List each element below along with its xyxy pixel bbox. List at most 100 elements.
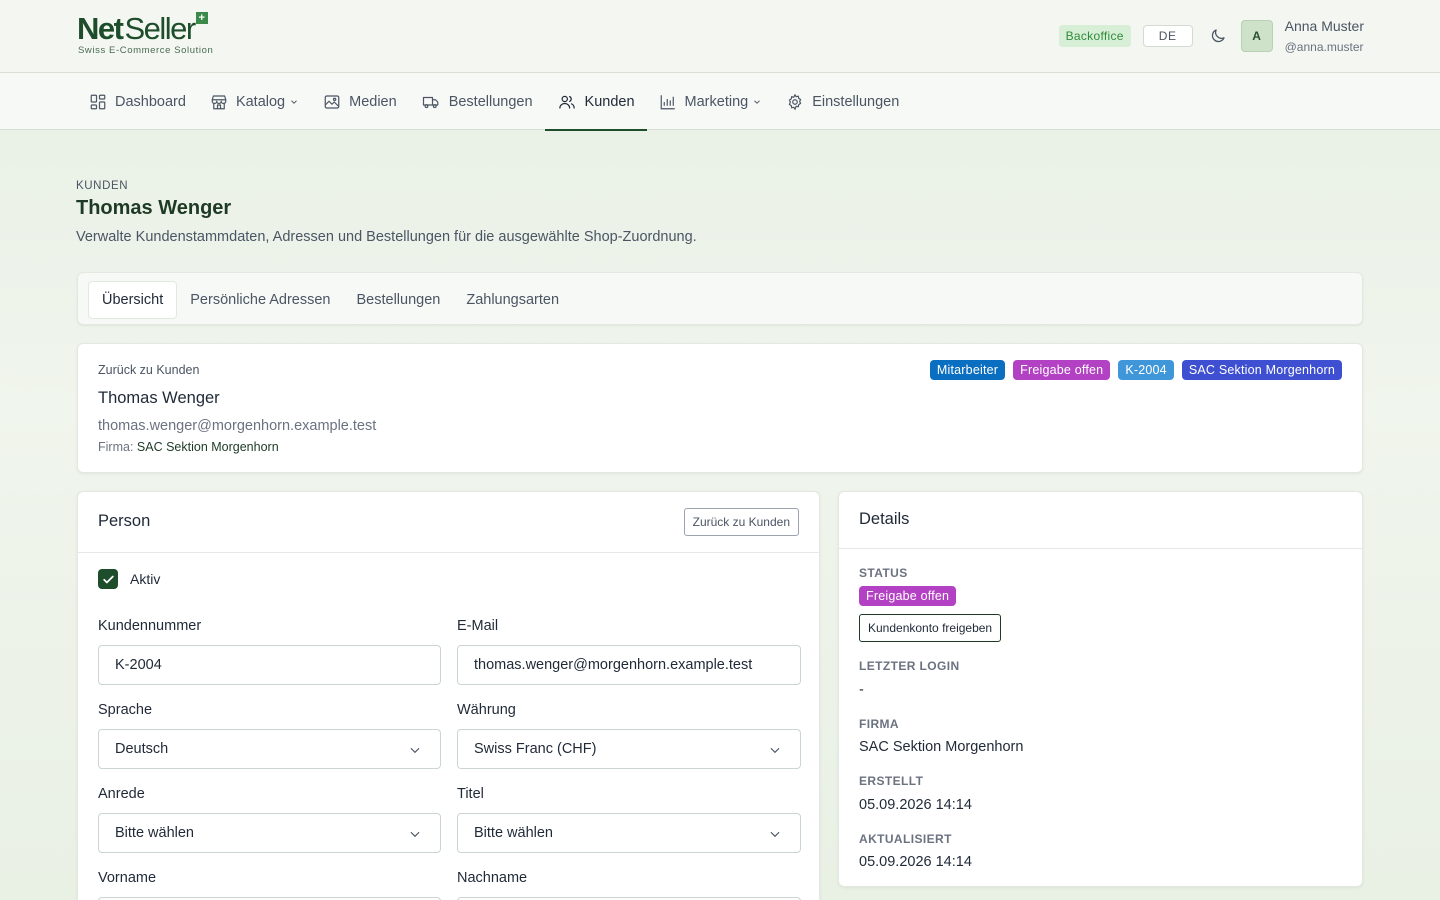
moon-icon	[1211, 29, 1225, 43]
nav-item-marketing[interactable]: Marketing	[647, 73, 775, 130]
updated-label: AKTUALISIERT	[859, 832, 952, 846]
check-icon	[102, 575, 114, 583]
page-title: Thomas Wenger	[76, 197, 232, 219]
email-input[interactable]: thomas.wenger@morgenhorn.example.test	[457, 645, 801, 685]
badge-freigabe-offen: Freigabe offen	[1013, 360, 1111, 380]
email-value: thomas.wenger@morgenhorn.example.test	[474, 657, 753, 673]
kundennummer-input[interactable]: K-2004	[98, 645, 441, 685]
active-label: Aktiv	[130, 571, 161, 587]
tab-zahlungsarten[interactable]: Zahlungsarten	[453, 281, 572, 319]
tab-persoenliche-adressen[interactable]: Persönliche Adressen	[177, 281, 343, 319]
kundennummer-label: Kundennummer	[98, 618, 202, 634]
waehrung-value: Swiss Franc (CHF)	[474, 741, 597, 757]
updated-value: 05.09.2026 14:14	[859, 854, 972, 870]
chevron-down-icon	[754, 99, 761, 104]
main-navigation: Dashboard Katalog Medien Bestellungen Ku…	[0, 73, 1440, 131]
dashboard-icon	[90, 94, 106, 109]
nav-label: Einstellungen	[812, 93, 900, 110]
image-icon	[324, 94, 340, 109]
logo-plus-icon: +	[195, 12, 208, 24]
sprache-select[interactable]: Deutsch	[98, 729, 441, 769]
titel-value: Bitte wählen	[474, 825, 553, 841]
status-label: STATUS	[859, 566, 908, 580]
titel-select[interactable]: Bitte wählen	[457, 813, 801, 853]
nav-item-bestellungen[interactable]: Bestellungen	[409, 73, 545, 130]
customer-summary-card: Zurück zu Kunden Thomas Wenger thomas.we…	[77, 343, 1363, 473]
chevron-down-icon	[410, 831, 420, 838]
active-checkbox-row[interactable]: Aktiv	[98, 569, 160, 589]
release-account-button[interactable]: Kundenkonto freigeben	[859, 614, 1002, 642]
nav-label: Marketing	[684, 93, 749, 110]
tab-bestellungen[interactable]: Bestellungen	[344, 281, 454, 319]
waehrung-label: Währung	[457, 702, 516, 718]
header-actions: Backoffice DE A Anna Muster @anna.muster	[1058, 17, 1364, 56]
gear-icon	[788, 93, 802, 110]
tab-uebersicht[interactable]: Übersicht	[88, 281, 178, 319]
details-card: Details STATUS Freigabe offen Kundenkont…	[838, 491, 1363, 887]
last-login-value: -	[859, 682, 864, 698]
created-value: 05.09.2026 14:14	[859, 797, 972, 813]
company-value: SAC Sektion Morgenhorn	[859, 739, 1024, 755]
logo-word-seller: Seller	[124, 11, 196, 46]
company-label: FIRMA	[859, 717, 899, 731]
nav-label: Kunden	[584, 93, 635, 110]
person-card-title: Person	[98, 512, 151, 530]
users-icon	[558, 95, 575, 109]
status-badge: Freigabe offen	[859, 586, 957, 606]
details-card-header: Details	[839, 492, 1362, 549]
back-to-customers-button[interactable]: Zurück zu Kunden	[683, 508, 799, 536]
nav-item-kunden[interactable]: Kunden	[544, 73, 647, 131]
customer-name: Thomas Wenger	[98, 389, 220, 407]
truck-icon	[422, 96, 439, 108]
vorname-label: Vorname	[98, 870, 157, 886]
breadcrumb[interactable]: KUNDEN	[76, 180, 128, 192]
person-card-header: Person Zurück zu Kunden	[78, 492, 819, 553]
active-checkbox[interactable]	[98, 569, 118, 589]
logo-word-net: Net	[77, 11, 124, 46]
user-name: Anna Muster	[1284, 17, 1364, 34]
sprache-value: Deutsch	[115, 741, 169, 757]
back-to-customers-link[interactable]: Zurück zu Kunden	[98, 363, 199, 377]
chevron-down-icon	[770, 747, 780, 754]
nav-item-katalog[interactable]: Katalog	[198, 73, 311, 130]
nav-item-einstellungen[interactable]: Einstellungen	[774, 73, 911, 130]
anrede-select[interactable]: Bitte wählen	[98, 813, 441, 853]
details-card-title: Details	[859, 510, 910, 528]
app-header: Net Seller + Swiss E-Commerce Solution Bac…	[0, 0, 1440, 73]
company-label: Firma:	[98, 440, 134, 454]
chevron-down-icon	[770, 831, 780, 838]
badge-customer-number: K-2004	[1118, 360, 1174, 380]
nav-label: Bestellungen	[448, 93, 533, 110]
chevron-down-icon	[291, 99, 297, 104]
store-icon	[211, 94, 227, 109]
netseller-logo[interactable]: Net Seller + Swiss E-Commerce Solution	[77, 11, 213, 56]
nav-label: Medien	[349, 93, 397, 110]
customer-badges: Mitarbeiter Freigabe offen K-2004 SAC Se…	[929, 360, 1342, 380]
avatar[interactable]: A	[1240, 20, 1273, 52]
anrede-label: Anrede	[98, 786, 145, 802]
customer-email: thomas.wenger@morgenhorn.example.test	[98, 418, 377, 434]
titel-label: Titel	[457, 786, 484, 802]
logo-wordmark: Net Seller +	[77, 11, 213, 46]
nachname-label: Nachname	[457, 870, 528, 886]
sprache-label: Sprache	[98, 702, 153, 718]
nav-item-dashboard[interactable]: Dashboard	[77, 73, 198, 130]
nav-label: Dashboard	[115, 93, 186, 110]
anrede-value: Bitte wählen	[115, 825, 194, 841]
waehrung-select[interactable]: Swiss Franc (CHF)	[457, 729, 801, 769]
customer-tabs: Übersicht Persönliche Adressen Bestellun…	[77, 272, 1363, 325]
badge-company: SAC Sektion Morgenhorn	[1181, 360, 1342, 380]
nav-label: Katalog	[235, 93, 286, 110]
page-description: Verwalte Kundenstammdaten, Adressen und …	[76, 229, 697, 245]
language-switch-button[interactable]: DE	[1142, 25, 1193, 47]
last-login-label: LETZTER LOGIN	[859, 659, 960, 673]
person-card: Person Zurück zu Kunden Aktiv Kundennumm…	[77, 491, 820, 900]
company-value: SAC Sektion Morgenhorn	[136, 440, 279, 454]
chart-icon	[660, 94, 675, 109]
dark-mode-toggle[interactable]	[1207, 25, 1229, 47]
created-label: ERSTELLT	[859, 774, 924, 788]
chevron-down-icon	[410, 747, 420, 754]
email-label: E-Mail	[457, 618, 499, 634]
nav-item-medien[interactable]: Medien	[311, 73, 409, 130]
user-menu[interactable]: Anna Muster @anna.muster	[1285, 17, 1364, 56]
